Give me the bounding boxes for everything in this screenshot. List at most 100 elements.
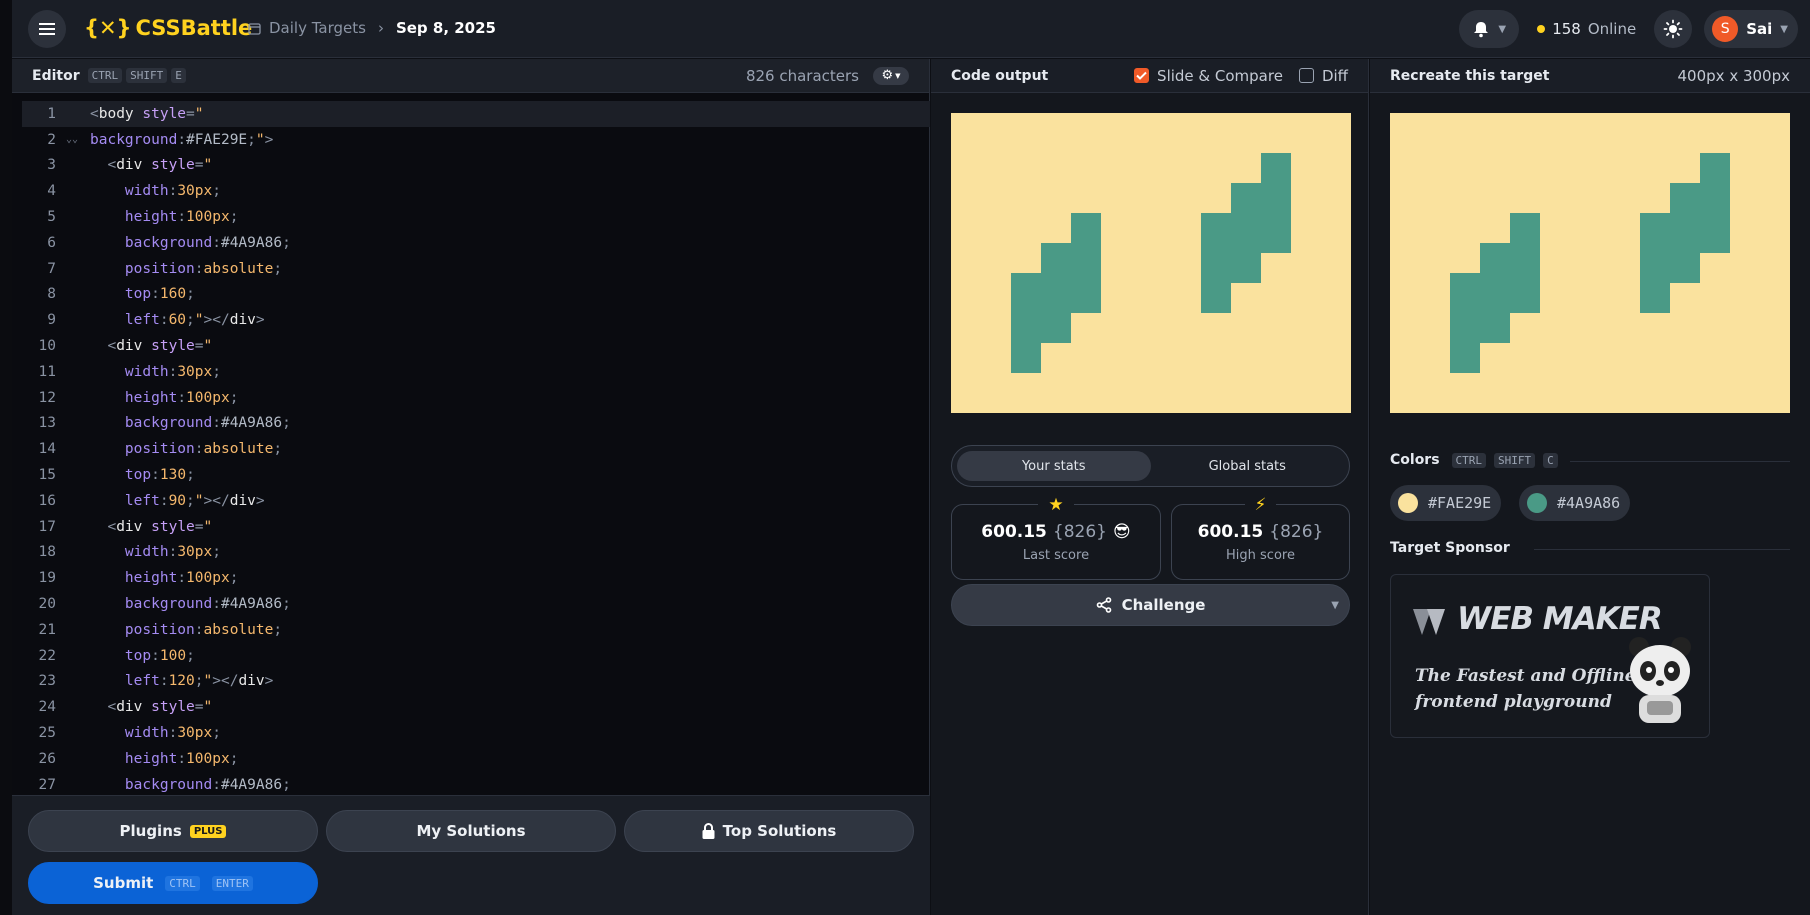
code-token: 100px — [186, 750, 230, 767]
chevron-right-icon: › — [377, 19, 384, 37]
code-line[interactable]: 1 <body style=" — [22, 101, 930, 127]
code-line[interactable]: 2 ⌄⌄ background:#FAE29E;"> — [22, 127, 930, 153]
user-name: Sai — [1746, 20, 1773, 38]
code-line[interactable]: 13 background:#4A9A86; — [22, 411, 930, 437]
menu-button[interactable] — [28, 10, 66, 48]
code-text: top:160; — [90, 286, 195, 302]
diff-checkbox[interactable] — [1298, 68, 1314, 83]
code-text: width:30px; — [90, 544, 221, 560]
lock-icon — [702, 823, 715, 839]
line-number: 13 — [38, 415, 56, 432]
code-line[interactable]: 14 position:absolute; — [22, 436, 930, 462]
code-line[interactable]: 17 <div style=" — [22, 514, 930, 540]
code-token: " — [194, 492, 204, 509]
challenge-button[interactable]: Challenge ▼ — [951, 584, 1350, 626]
code-line[interactable]: 6 background:#4A9A86; — [22, 230, 930, 256]
slide-compare-checkbox[interactable] — [1134, 68, 1150, 83]
code-text: <div style=" — [90, 519, 212, 535]
caret-down-icon[interactable]: ▼ — [1331, 600, 1339, 611]
line-number: 2 — [47, 131, 56, 148]
code-line[interactable]: 9 left:60;"></div> — [22, 307, 930, 333]
code-output-preview[interactable] — [951, 113, 1351, 413]
code-token: ; — [186, 286, 195, 303]
plugins-button[interactable]: Plugins PLUS — [28, 810, 318, 852]
shortcut-key: SHIFT — [1494, 452, 1536, 468]
output-bar — [1231, 183, 1261, 283]
code-token: 30px — [177, 544, 213, 561]
theme-toggle-button[interactable] — [1654, 10, 1693, 48]
code-token: ; — [282, 415, 291, 432]
slide-compare-toggle[interactable]: Slide & Compare — [1134, 67, 1283, 85]
code-line[interactable]: 24 <div style=" — [22, 694, 930, 720]
code-line[interactable]: 4 width:30px; — [22, 178, 930, 204]
code-line[interactable]: 11 width:30px; — [22, 359, 930, 385]
code-line[interactable]: 8 top:160; — [22, 282, 930, 308]
code-output-panel: Code output Slide & Compare Diff Your st… — [931, 59, 1369, 915]
output-bar — [1071, 213, 1101, 313]
code-line[interactable]: 26 height:100px; — [22, 746, 930, 772]
my-solutions-button[interactable]: My Solutions — [326, 810, 616, 852]
code-token: height — [124, 389, 178, 406]
shortcut-key: CTRL — [165, 875, 200, 891]
code-line[interactable]: 10 <div style=" — [22, 333, 930, 359]
shortcut-key: ENTER — [211, 875, 253, 891]
code-line[interactable]: 25 width:30px; — [22, 720, 930, 746]
code-line[interactable]: 21 position:absolute; — [22, 617, 930, 643]
breadcrumb-daily-targets[interactable]: Daily Targets — [269, 19, 366, 37]
code-token: : — [159, 673, 169, 690]
code-line[interactable]: 22 top:100; — [22, 643, 930, 669]
code-token: ; — [212, 544, 221, 561]
header-actions: ▼ 158 Online S Sai ▼ — [1459, 10, 1798, 48]
sponsor-logo: WEB MAKER — [1457, 601, 1663, 637]
code-token: ; — [229, 389, 239, 406]
color-swatch[interactable]: #4A9A86 — [1519, 485, 1631, 521]
line-number: 6 — [47, 234, 56, 251]
code-line[interactable]: 20 background:#4A9A86; — [22, 591, 930, 617]
color-swatch[interactable]: #FAE29E — [1390, 485, 1502, 521]
code-token: height — [124, 750, 178, 767]
online-label: Online — [1587, 20, 1637, 38]
code-token: left — [124, 312, 160, 329]
notifications-button[interactable]: ▼ — [1459, 10, 1520, 48]
line-number: 15 — [38, 467, 56, 484]
top-solutions-label: Top Solutions — [722, 822, 837, 840]
cssbattle-logo[interactable]: {✕} CSSBattle — [84, 16, 252, 40]
tab-global-stats[interactable]: Global stats — [1151, 451, 1345, 481]
tab-your-stats[interactable]: Your stats — [957, 451, 1151, 481]
code-token: > — [255, 492, 265, 509]
avatar: S — [1712, 16, 1739, 42]
high-score-value-row: 600.15 {826} — [1198, 522, 1324, 542]
code-text: top:100; — [90, 648, 195, 664]
code-editor[interactable]: 1 <body style=" 2 ⌄⌄ background:#FAE29E;"> 3 … — [22, 101, 930, 797]
sponsor-banner[interactable]: WEB MAKER The Fastest and Offline fronte… — [1390, 574, 1710, 738]
code-line[interactable]: 18 width:30px; — [22, 540, 930, 566]
top-solutions-button[interactable]: Top Solutions — [624, 810, 914, 852]
diff-toggle[interactable]: Diff — [1298, 67, 1348, 85]
output-bar — [1011, 273, 1041, 373]
code-line[interactable]: 15 top:130; — [22, 462, 930, 488]
high-score-value: 600.15 — [1197, 521, 1264, 542]
code-line[interactable]: 19 height:100px; — [22, 565, 930, 591]
code-token: top — [124, 286, 152, 303]
code-token: : — [151, 286, 160, 303]
submit-button[interactable]: Submit CTRL ENTER — [28, 862, 318, 904]
code-token: 100 — [159, 647, 187, 664]
code-line[interactable]: 7 position:absolute; — [22, 256, 930, 282]
code-token: div — [238, 673, 265, 690]
user-menu-button[interactable]: S Sai ▼ — [1704, 10, 1798, 48]
editor-settings-button[interactable]: ⚙ ▼ — [873, 66, 909, 85]
code-token: div — [116, 518, 152, 535]
code-line[interactable]: 27 background:#4A9A86; — [22, 772, 930, 797]
code-line[interactable]: 5 height:100px; — [22, 204, 930, 230]
code-token: ; — [212, 183, 221, 200]
code-line[interactable]: 3 <div style=" — [22, 153, 930, 179]
code-line[interactable]: 16 left:90;"></div> — [22, 488, 930, 514]
fold-chevron-icon[interactable]: ⌄⌄ — [66, 134, 90, 145]
code-line[interactable]: 12 height:100px; — [22, 385, 930, 411]
code-line[interactable]: 23 left:120;"></div> — [22, 669, 930, 695]
code-token: : — [177, 389, 187, 406]
lightning-icon: ⚡ — [1244, 495, 1277, 515]
code-token: 30px — [177, 363, 213, 380]
